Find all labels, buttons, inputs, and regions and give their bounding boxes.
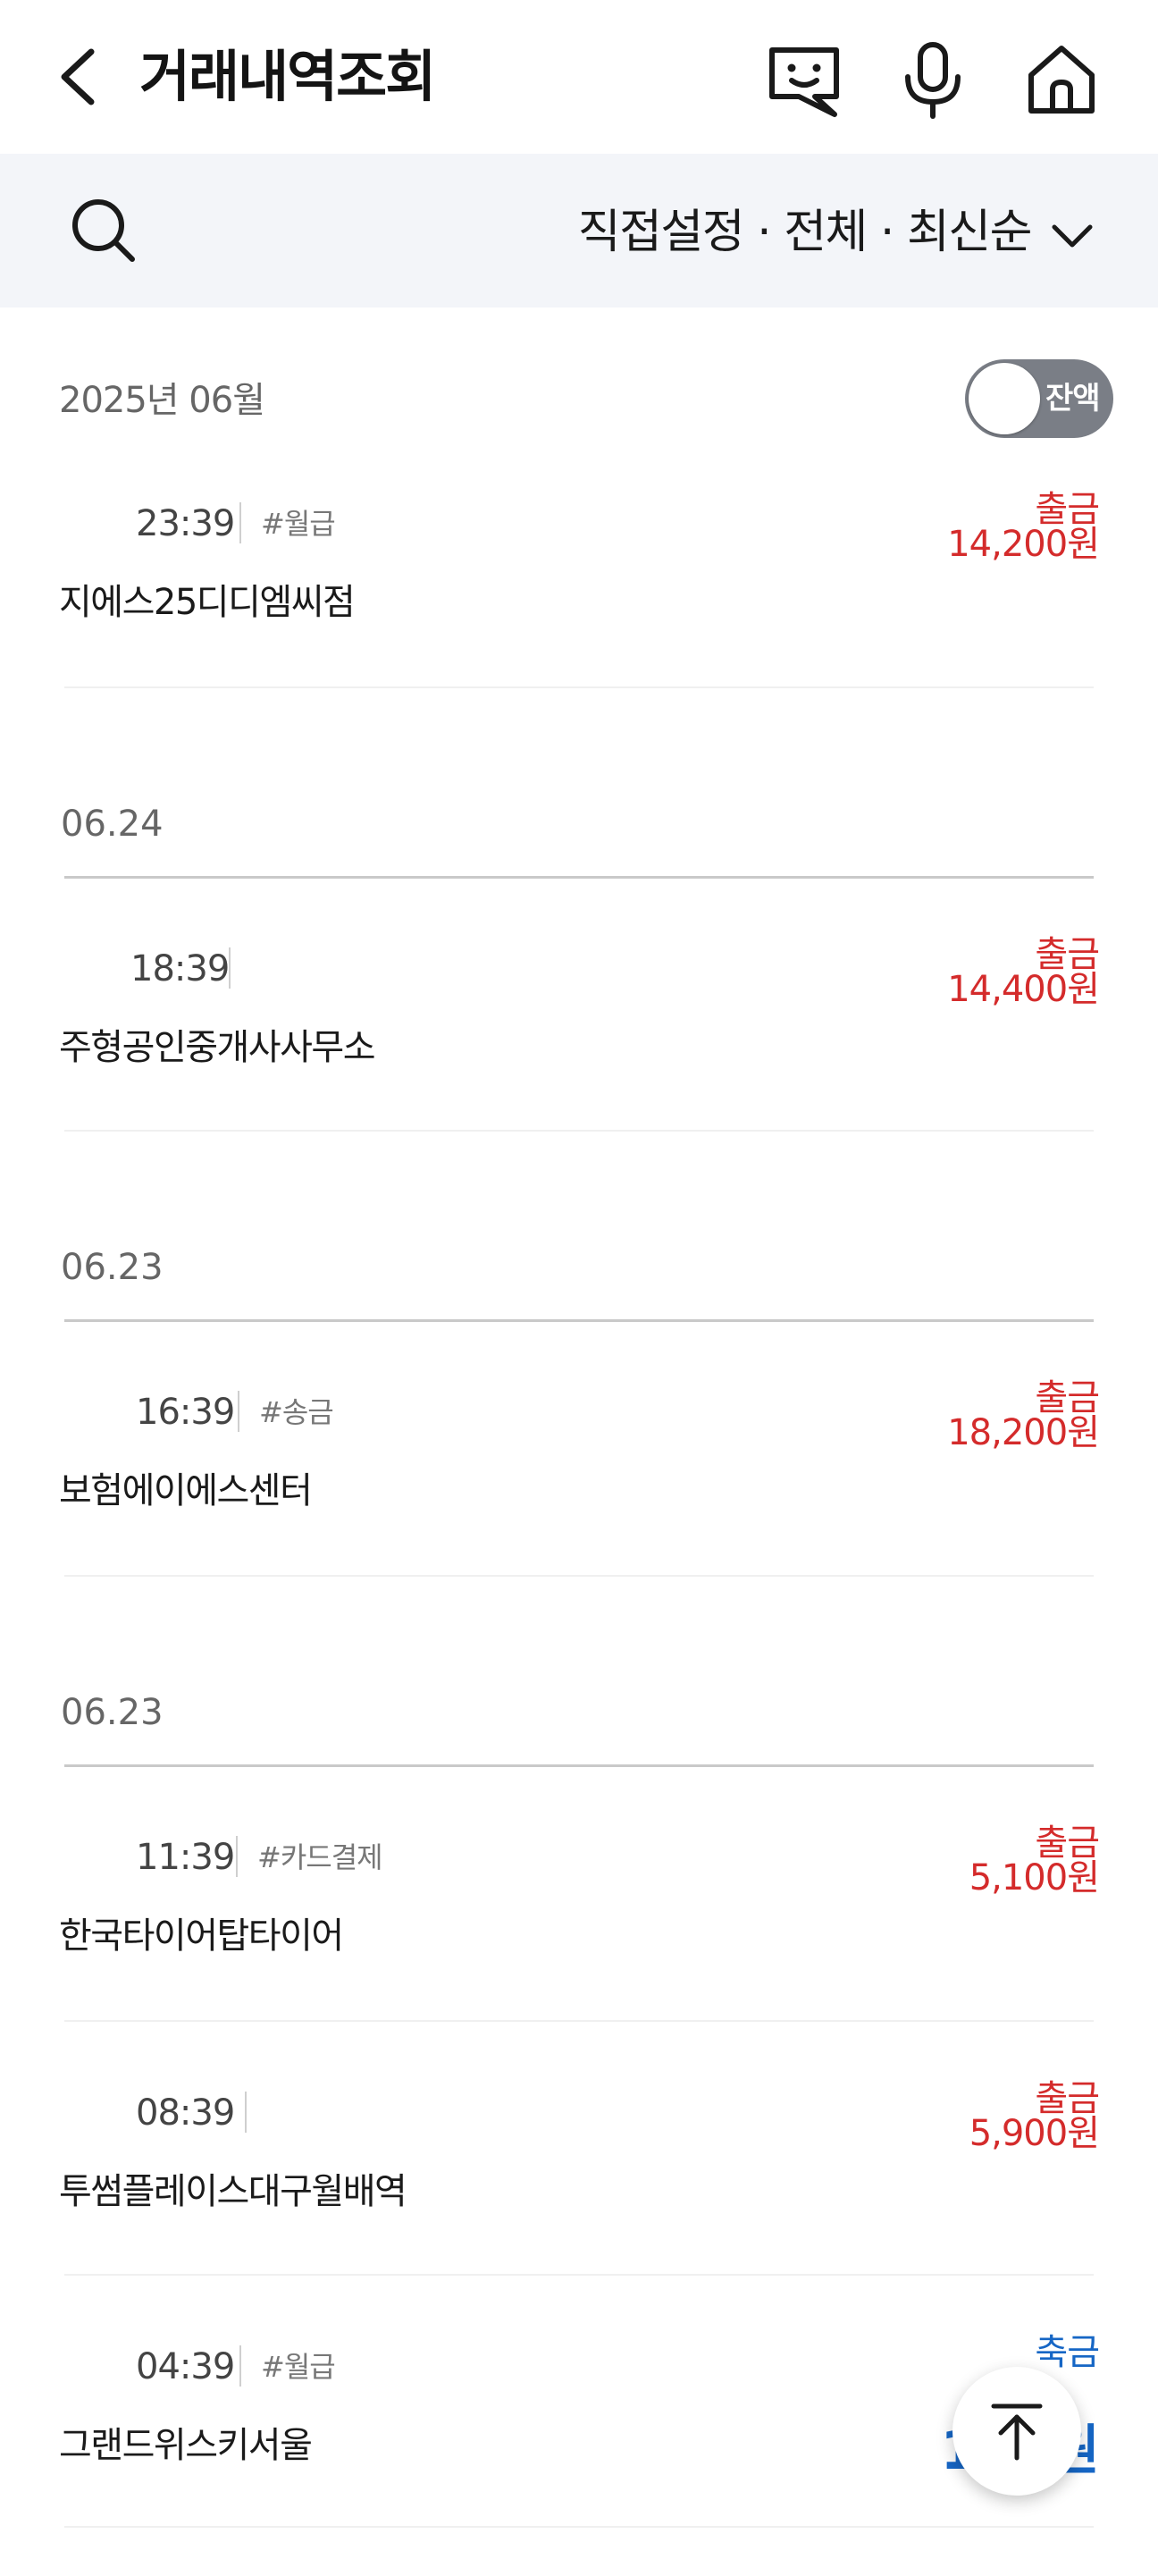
filter-summary[interactable]: 직접설정 · 전체 · 최신순: [578, 204, 1033, 261]
row-divider: [64, 1130, 1094, 1132]
transaction-item[interactable]: 16:39 #송금 보험에이에스센터 출금 18,200원: [0, 1378, 1158, 1584]
microphone-icon: [905, 42, 961, 119]
month-label: 2025년 06월: [59, 380, 265, 421]
transaction-item[interactable]: 23:39 #월급 지에스25디디엠씨점 출금 14,200원: [0, 490, 1158, 695]
transaction-tag: #카드결제: [257, 1840, 383, 1874]
transaction-merchant: 지에스25디디엠씨점: [59, 582, 356, 623]
app-header: 거래내역조회: [0, 0, 1158, 154]
transaction-merchant: 주형공인중개사사무소: [59, 1027, 376, 1068]
date-header: 06.24: [61, 804, 164, 845]
back-button[interactable]: [52, 41, 105, 113]
row-divider: [64, 2526, 1094, 2528]
divider: [245, 2092, 247, 2133]
transaction-tag: #송금: [259, 1395, 334, 1429]
transaction-time: 04:39: [136, 2346, 235, 2387]
toggle-knob: [969, 363, 1040, 434]
transaction-item[interactable]: 11:39 #카드결제 한국타이어탑타이어 출금 5,100원: [0, 1823, 1158, 2029]
search-icon: [72, 199, 135, 262]
divider: [238, 1391, 239, 1432]
date-divider: [64, 876, 1094, 879]
filter-dropdown[interactable]: [1045, 209, 1099, 263]
row-divider: [64, 2020, 1094, 2022]
transaction-amount: 18,200원: [947, 1412, 1100, 1453]
filter-bar: 직접설정 · 전체 · 최신순: [0, 154, 1158, 307]
transaction-amount: 14,200원: [947, 524, 1100, 565]
transaction-merchant: 그랜드위스키서울: [59, 2425, 313, 2466]
chevron-left-icon: [61, 48, 95, 105]
transaction-item[interactable]: 18:39 주형공인중개사사무소 출금 14,400원: [0, 935, 1158, 1141]
transaction-amount: 5,100원: [969, 1857, 1100, 1898]
divider: [239, 502, 241, 543]
transaction-item[interactable]: 08:39 투썸플레이스대구월배역 출금 5,900원: [0, 2079, 1158, 2285]
date-divider: [64, 1319, 1094, 1322]
divider: [236, 1836, 238, 1877]
transaction-tag: #월급: [261, 2350, 336, 2384]
balance-toggle[interactable]: 잔액: [965, 359, 1113, 438]
transaction-time: 18:39: [130, 948, 230, 989]
transaction-time: 08:39: [136, 2092, 235, 2134]
transaction-time: 16:39: [136, 1392, 235, 1433]
chatbot-icon: [769, 47, 839, 117]
row-divider: [64, 2274, 1094, 2276]
home-button[interactable]: [1020, 39, 1103, 122]
transaction-amount: 14,400원: [947, 969, 1100, 1010]
row-divider: [64, 686, 1094, 688]
transaction-time: 11:39: [136, 1837, 235, 1878]
chevron-down-icon: [1052, 224, 1093, 248]
transaction-type: 축금: [1035, 2332, 1100, 2373]
divider: [229, 947, 231, 989]
home-icon: [1028, 46, 1095, 114]
balance-toggle-label: 잔액: [1045, 381, 1101, 417]
search-button[interactable]: [64, 191, 145, 272]
divider: [239, 2345, 241, 2387]
page-title: 거래내역조회: [139, 44, 436, 109]
row-divider: [64, 1575, 1094, 1577]
arrow-up-icon: [991, 2403, 1043, 2461]
scroll-to-top-button[interactable]: [952, 2367, 1081, 2496]
transaction-merchant: 보험에이에스센터: [59, 1470, 313, 1511]
transaction-tag: #월급: [261, 507, 336, 541]
date-header: 06.23: [61, 1692, 164, 1733]
voice-search-button[interactable]: [892, 39, 974, 122]
transaction-merchant: 한국타이어탑타이어: [59, 1915, 344, 1957]
transaction-time: 23:39: [136, 503, 235, 544]
chatbot-button[interactable]: [763, 39, 845, 122]
transaction-merchant: 투썸플레이스대구월배역: [59, 2171, 407, 2212]
date-header: 06.23: [61, 1247, 164, 1288]
date-divider: [64, 1764, 1094, 1767]
transaction-amount: 5,900원: [969, 2113, 1100, 2154]
